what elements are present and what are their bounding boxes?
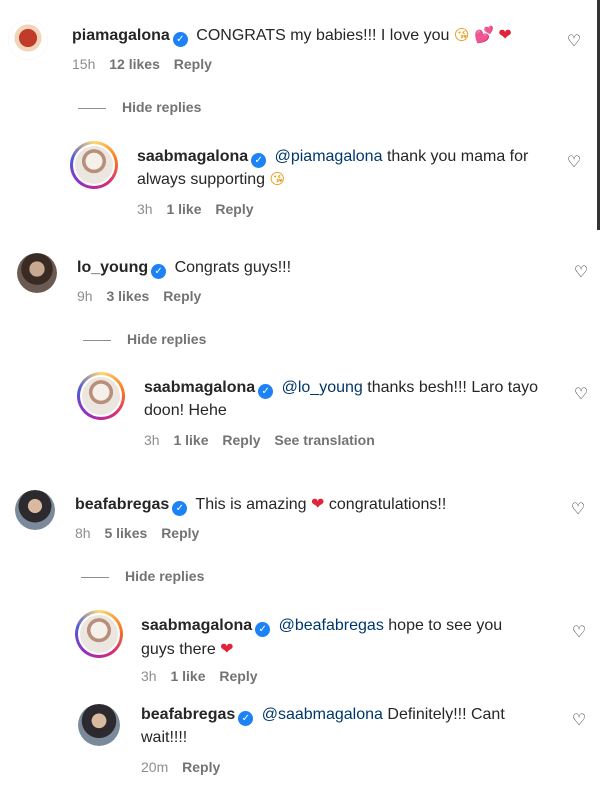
timestamp: 15h	[72, 56, 96, 72]
red-heart-emoji-icon: ❤	[498, 25, 512, 44]
reply-text: saabmagalona ✓ @beafabregas hope to see y…	[141, 614, 561, 661]
kiss-emoji-icon: 😘	[453, 26, 470, 44]
comment-meta: 9h 3 likes Reply	[77, 288, 211, 304]
avatar[interactable]	[70, 141, 118, 189]
mention-link[interactable]: @piamagalona	[275, 148, 383, 165]
comment-body: CONGRATS my babies!!! I love you	[196, 27, 450, 44]
timestamp: 3h	[137, 201, 153, 217]
avatar[interactable]	[77, 372, 125, 420]
kiss-emoji-icon: 😘	[269, 170, 286, 188]
username[interactable]: beafabregas	[75, 496, 169, 513]
timestamp: 20m	[141, 759, 169, 775]
timestamp: 9h	[77, 288, 93, 304]
verified-badge-icon: ✓	[172, 32, 188, 47]
reply-button[interactable]: Reply	[174, 56, 212, 72]
mention-link[interactable]: @beafabregas	[279, 617, 384, 634]
heart-outline-icon[interactable]: ♡	[573, 386, 589, 402]
verified-badge-icon: ✓	[172, 501, 188, 516]
avatar[interactable]	[15, 490, 55, 530]
hide-replies-label: Hide replies	[122, 99, 202, 115]
mention-link[interactable]: @lo_young	[282, 379, 363, 396]
username[interactable]: lo_young	[77, 259, 148, 276]
like-count[interactable]: 3 likes	[106, 288, 149, 304]
like-count[interactable]: 12 likes	[109, 56, 160, 72]
verified-badge-icon: ✓	[151, 264, 167, 279]
reply-button[interactable]: Reply	[163, 288, 201, 304]
hide-replies-label: Hide replies	[127, 331, 207, 347]
comment-text: beafabregas ✓ This is amazing ❤ congratul…	[75, 492, 555, 516]
avatar[interactable]	[8, 20, 48, 60]
username[interactable]: beafabregas	[141, 706, 235, 723]
avatar[interactable]	[75, 610, 123, 658]
heart-outline-icon[interactable]: ♡	[570, 501, 586, 517]
divider	[81, 576, 109, 578]
reply-text: saabmagalona ✓ @piamagalona thank you mam…	[137, 145, 557, 191]
reply-meta: 3h 1 like Reply	[141, 668, 268, 684]
divider	[78, 107, 106, 109]
reply-body-line1: hope to see you	[388, 617, 503, 634]
reply-meta: 3h 1 like Reply	[137, 201, 264, 217]
reply-button[interactable]: Reply	[161, 525, 199, 541]
heart-outline-icon[interactable]: ♡	[566, 154, 582, 170]
two-hearts-emoji-icon: 💕	[473, 25, 494, 44]
reply-body-line2: guys there	[141, 641, 216, 658]
verified-badge-icon: ✓	[251, 153, 267, 168]
heart-outline-icon[interactable]: ♡	[573, 264, 589, 280]
reply-text: saabmagalona ✓ @lo_young thanks besh!!! L…	[144, 376, 564, 422]
avatar[interactable]	[78, 704, 120, 746]
verified-badge-icon: ✓	[255, 622, 271, 637]
reply-button[interactable]: Reply	[222, 432, 260, 448]
reply-body-line1: thank you mama for	[386, 148, 529, 165]
heart-outline-icon[interactable]: ♡	[571, 624, 587, 640]
reply-body-line2: wait!!!!	[141, 729, 188, 746]
timestamp: 8h	[75, 525, 91, 541]
comment-body-start: This is amazing	[195, 496, 307, 513]
username[interactable]: piamagalona	[72, 27, 170, 44]
mention-link[interactable]: @saabmagalona	[262, 706, 383, 723]
username[interactable]: saabmagalona	[144, 379, 255, 396]
reply-body-line2: doon! Hehe	[144, 402, 227, 419]
username[interactable]: saabmagalona	[141, 617, 252, 634]
comment-body-end: congratulations!!	[328, 496, 447, 513]
hide-replies-label: Hide replies	[125, 568, 205, 584]
reply-meta: 20m Reply	[141, 759, 230, 775]
comment-text: lo_young ✓ Congrats guys!!!	[77, 256, 557, 279]
hide-replies-button[interactable]: Hide replies	[81, 568, 204, 584]
reply-button[interactable]: Reply	[182, 759, 220, 775]
comment-meta: 8h 5 likes Reply	[75, 525, 209, 541]
comment-text: piamagalona ✓ CONGRATS my babies!!! I lov…	[72, 23, 552, 47]
reply-body-line1: Definitely!!! Cant	[387, 706, 505, 723]
like-count[interactable]: 1 like	[166, 201, 201, 217]
username[interactable]: saabmagalona	[137, 148, 248, 165]
reply-meta: 3h 1 like Reply See translation	[144, 432, 385, 448]
like-count[interactable]: 1 like	[173, 432, 208, 448]
avatar[interactable]	[17, 253, 57, 293]
reply-button[interactable]: Reply	[219, 668, 257, 684]
red-heart-emoji-icon: ❤	[311, 494, 325, 513]
reply-body-line1: thanks besh!!! Laro tayo	[367, 379, 539, 396]
heart-outline-icon[interactable]: ♡	[566, 33, 582, 49]
reply-text: beafabregas ✓ @saabmagalona Definitely!!!…	[141, 703, 561, 749]
timestamp: 3h	[144, 432, 160, 448]
hide-replies-button[interactable]: Hide replies	[83, 331, 206, 347]
heart-outline-icon[interactable]: ♡	[571, 712, 587, 728]
red-heart-emoji-icon: ❤	[220, 639, 234, 658]
verified-badge-icon: ✓	[238, 711, 254, 726]
like-count[interactable]: 5 likes	[104, 525, 147, 541]
divider	[83, 339, 111, 341]
comment-meta: 15h 12 likes Reply	[72, 56, 222, 72]
hide-replies-button[interactable]: Hide replies	[78, 99, 201, 115]
verified-badge-icon: ✓	[258, 384, 274, 399]
comment-body: Congrats guys!!!	[174, 259, 292, 276]
reply-button[interactable]: Reply	[215, 201, 253, 217]
see-translation-button[interactable]: See translation	[274, 432, 374, 448]
like-count[interactable]: 1 like	[170, 668, 205, 684]
reply-body-line2: always supporting	[137, 171, 266, 188]
timestamp: 3h	[141, 668, 157, 684]
